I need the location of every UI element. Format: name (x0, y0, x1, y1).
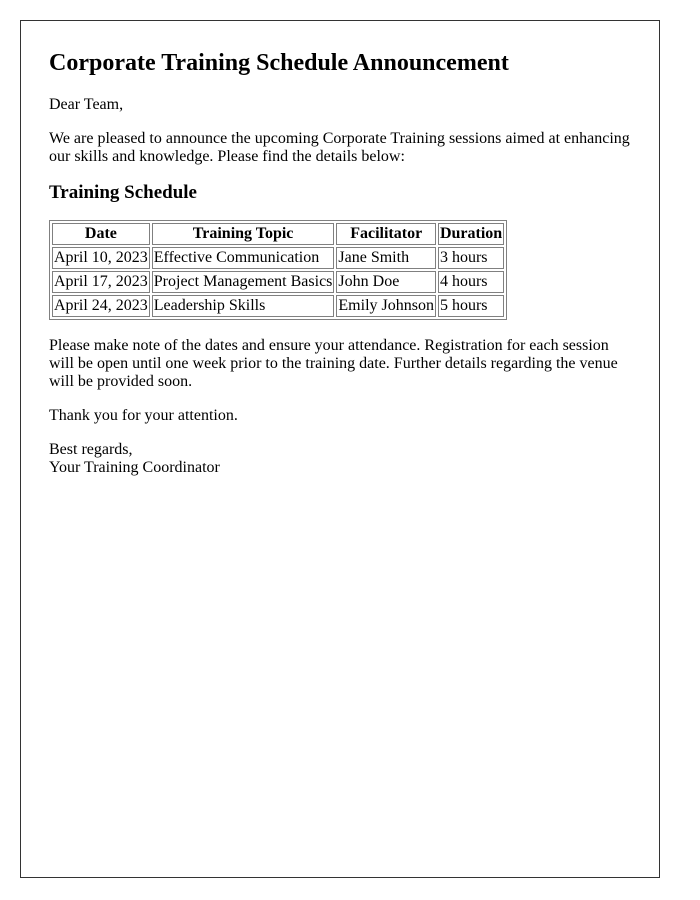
cell-facilitator: Emily Johnson (336, 295, 436, 317)
intro-paragraph: We are pleased to announce the upcoming … (49, 130, 630, 165)
cell-duration: 4 hours (437, 271, 505, 293)
cell-date: April 24, 2023 (52, 295, 150, 317)
greeting: Dear Team, (49, 96, 124, 113)
header-date: Date (52, 223, 150, 245)
signature: Your Training Coordinator (49, 459, 220, 476)
section-heading: Training Schedule (49, 182, 197, 203)
header-duration: Duration (437, 223, 505, 245)
closing-block: Best regards, Your Training Coordinator (49, 441, 631, 477)
training-schedule-table: Date Training Topic Facilitator Duration… (49, 220, 508, 320)
table-row: April 10, 2023 Effective Communication J… (52, 247, 505, 269)
thanks-paragraph: Thank you for your attention. (49, 407, 238, 424)
cell-topic: Effective Communication (151, 247, 335, 269)
document-title: Corporate Training Schedule Announcement (49, 50, 509, 76)
cell-duration: 3 hours (437, 247, 505, 269)
document-page: Corporate Training Schedule Announcement… (20, 20, 660, 878)
header-facilitator: Facilitator (336, 223, 436, 245)
cell-date: April 10, 2023 (52, 247, 150, 269)
table-row: April 24, 2023 Leadership Skills Emily J… (52, 295, 505, 317)
note-paragraph: Please make note of the dates and ensure… (49, 337, 618, 390)
table-row: April 17, 2023 Project Management Basics… (52, 271, 505, 293)
cell-facilitator: Jane Smith (336, 247, 436, 269)
table-header-row: Date Training Topic Facilitator Duration (52, 223, 505, 245)
cell-date: April 17, 2023 (52, 271, 150, 293)
cell-facilitator: John Doe (336, 271, 436, 293)
cell-duration: 5 hours (437, 295, 505, 317)
cell-topic: Project Management Basics (151, 271, 335, 293)
cell-topic: Leadership Skills (151, 295, 335, 317)
closing-line: Best regards, (49, 441, 133, 458)
header-training-topic: Training Topic (151, 223, 335, 245)
